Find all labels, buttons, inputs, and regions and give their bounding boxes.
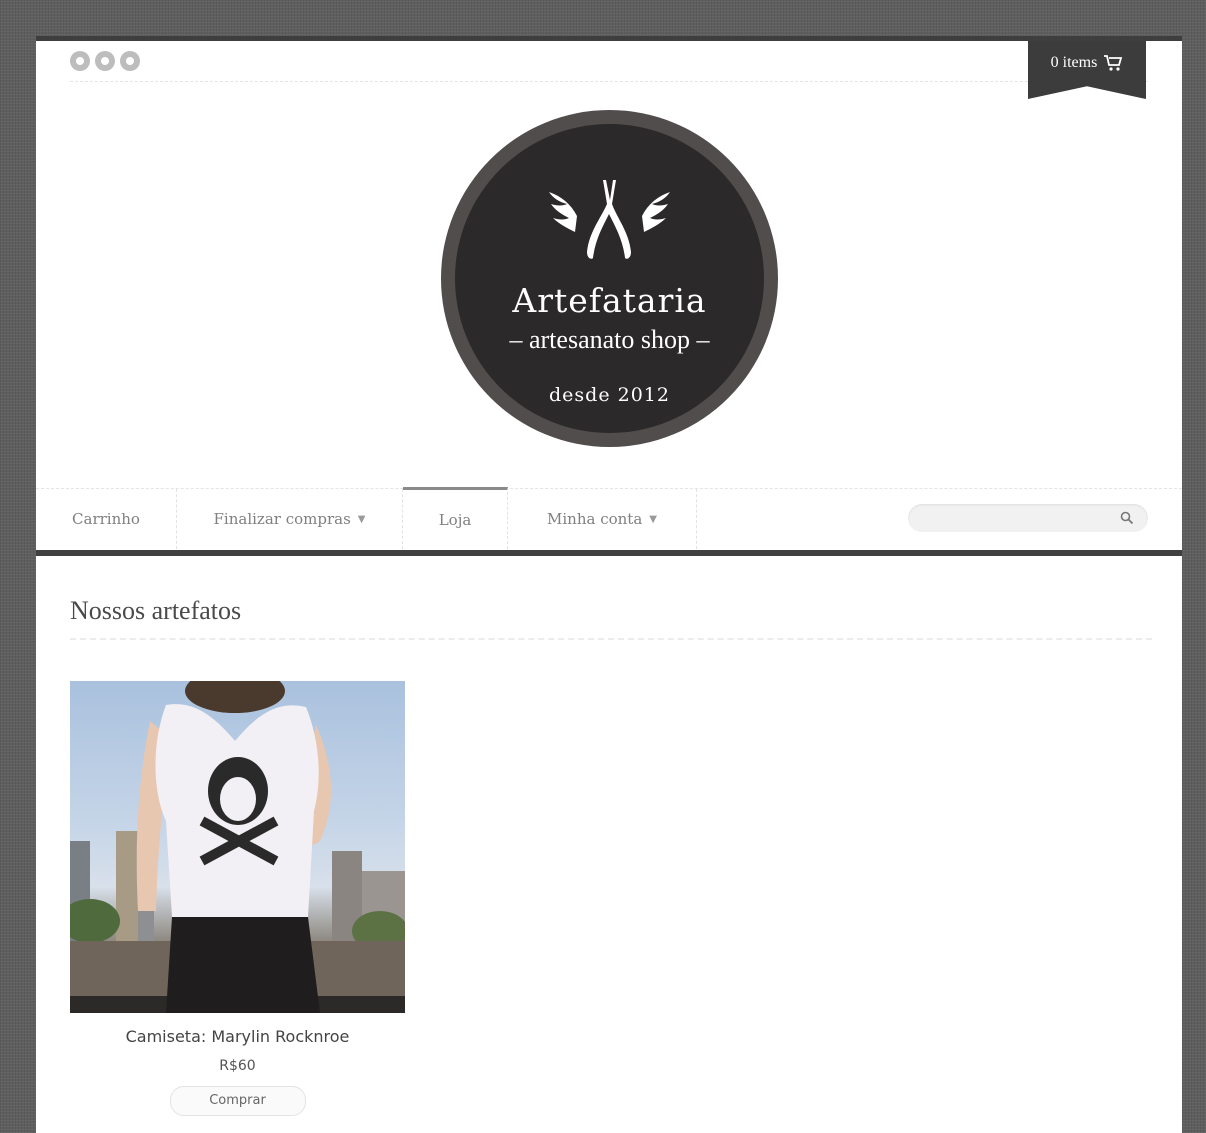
- nav-item-minha-conta[interactable]: Minha conta ▼: [508, 489, 697, 549]
- product-price: R$60: [219, 1058, 256, 1074]
- social-icons: [70, 51, 140, 71]
- chevron-down-icon: ▼: [649, 513, 657, 525]
- product-card: Camiseta: Marylin Rocknroe R$60 Comprar: [70, 681, 405, 1116]
- cart-button[interactable]: 0 items: [1028, 41, 1146, 99]
- title-divider: [70, 638, 1152, 640]
- social-icon[interactable]: [70, 51, 90, 71]
- chevron-down-icon: ▼: [357, 513, 366, 525]
- winged-pliers-icon: [549, 180, 670, 259]
- nav-divider: [36, 550, 1182, 556]
- main-nav: Carrinho Finalizar compras ▼ Loja Minha …: [36, 487, 1182, 551]
- site-logo[interactable]: Artefataria – artesanato shop – desde 20…: [441, 110, 778, 447]
- cart-count-label: 0 items: [1050, 54, 1098, 71]
- top-divider: [70, 81, 1148, 82]
- nav-item-label: Loja: [438, 510, 472, 529]
- product-photo: [70, 681, 405, 1013]
- search-input[interactable]: [908, 504, 1148, 532]
- nav-item-label: Finalizar compras: [213, 510, 351, 528]
- social-icon[interactable]: [95, 51, 115, 71]
- nav-item-label: Minha conta: [547, 510, 643, 528]
- nav-item-carrinho[interactable]: Carrinho: [36, 489, 177, 549]
- buy-button[interactable]: Comprar: [169, 1086, 306, 1116]
- nav-item-label: Carrinho: [72, 510, 140, 528]
- logo-since: desde 2012: [549, 384, 670, 406]
- page-container: 0 items Artefataria – artesanato shop – …: [36, 36, 1182, 1133]
- search-icon[interactable]: [1120, 511, 1134, 525]
- product-image[interactable]: [70, 681, 405, 1013]
- product-name[interactable]: Camiseta: Marylin Rocknroe: [70, 1027, 405, 1046]
- logo-subtitle: – artesanato shop –: [509, 325, 710, 354]
- social-icon[interactable]: [120, 51, 140, 71]
- nav-item-finalizar-compras[interactable]: Finalizar compras ▼: [177, 489, 403, 549]
- page-title: Nossos artefatos: [70, 596, 242, 625]
- nav-item-loja[interactable]: Loja: [403, 487, 508, 549]
- shopping-cart-icon: [1104, 55, 1123, 71]
- logo-title: Artefataria: [512, 281, 707, 320]
